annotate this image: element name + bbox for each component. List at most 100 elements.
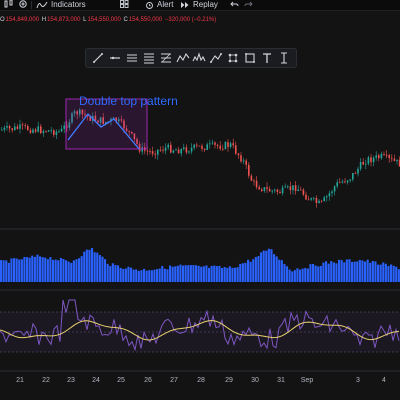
candle-body <box>222 148 224 150</box>
volume-bar <box>52 259 55 282</box>
volume-bar <box>59 258 62 282</box>
volume-bar <box>150 270 153 282</box>
rectangle-icon[interactable] <box>243 51 257 65</box>
candle-body <box>53 130 55 135</box>
candle-body <box>266 187 268 189</box>
parallel-channel-icon[interactable] <box>142 51 156 65</box>
candle-body <box>393 158 396 161</box>
candle-body <box>354 173 357 174</box>
candle-body <box>336 182 338 187</box>
fib-retracement-icon[interactable] <box>159 51 173 65</box>
volume-bar <box>101 256 104 282</box>
volume-bar <box>18 259 21 282</box>
volume-bar <box>46 259 49 282</box>
candle-body <box>151 151 154 154</box>
time-axis-label: 30 <box>251 377 259 384</box>
candle-body <box>255 180 258 188</box>
volume-bar <box>301 268 304 282</box>
candle-body <box>242 160 245 162</box>
volume-bar <box>91 248 94 282</box>
time-axis-label: 23 <box>67 377 75 384</box>
volume-bar <box>312 263 315 282</box>
candle-body <box>40 126 42 134</box>
volume-bar <box>215 266 218 282</box>
candle-body <box>289 186 292 191</box>
horizontal-ray-icon[interactable] <box>125 51 139 65</box>
volume-bar <box>161 266 164 282</box>
volume-bar <box>184 265 187 282</box>
candle-body <box>235 145 237 154</box>
volume-bar <box>171 266 174 282</box>
candle-body <box>297 189 299 192</box>
volume-bar <box>44 257 47 282</box>
candles-layer <box>1 107 400 208</box>
volume-bar <box>257 256 260 282</box>
volume-bar <box>231 267 234 282</box>
volume-bar <box>244 262 247 282</box>
drawing-toolbar <box>85 48 297 68</box>
path-icon[interactable] <box>209 51 223 65</box>
candle-body <box>284 186 286 188</box>
volume-bar <box>197 265 200 282</box>
candle-body <box>196 144 198 146</box>
volume-bar <box>137 270 140 282</box>
pattern-label[interactable]: Double top pattern <box>79 94 178 108</box>
volume-bar <box>88 249 91 282</box>
volume-bar <box>332 262 335 282</box>
candle-body <box>162 149 164 151</box>
points-icon[interactable] <box>226 51 240 65</box>
candle-body <box>37 126 39 132</box>
volume-bar <box>158 268 161 282</box>
candle-body <box>248 164 250 176</box>
volume-bar <box>109 266 112 282</box>
candle-body <box>346 180 349 183</box>
volume-bar <box>361 260 364 282</box>
candle-body <box>8 126 11 129</box>
candle-body <box>388 155 390 158</box>
candle-body <box>14 126 16 131</box>
volume-bar <box>371 261 374 282</box>
candle-body <box>34 129 37 132</box>
time-axis[interactable]: 21 22 23 24 25 26 27 28 29 30 31 Sep 3 4 <box>0 372 400 390</box>
volume-bar <box>228 266 231 282</box>
candle-body <box>188 151 190 153</box>
candle-body <box>305 194 307 200</box>
volume-bar <box>119 267 122 282</box>
volume-bar <box>387 265 390 282</box>
trend-line-icon[interactable] <box>108 51 122 65</box>
volume-bar <box>49 257 52 282</box>
candle-body <box>167 144 169 148</box>
candle-body <box>318 200 320 204</box>
volume-bar <box>205 265 208 282</box>
candle-body <box>149 150 151 152</box>
head-shoulders-icon[interactable] <box>192 51 206 65</box>
cursor-icon[interactable] <box>91 51 105 65</box>
pin-icon[interactable] <box>277 51 291 65</box>
volume-bar <box>239 263 242 282</box>
candle-body <box>357 168 359 174</box>
volume-bar <box>57 260 60 282</box>
volume-bar <box>241 263 244 282</box>
volume-bar <box>345 259 348 282</box>
volume-bar <box>369 262 372 282</box>
text-icon[interactable] <box>260 51 274 65</box>
volume-bar <box>208 267 211 282</box>
candle-body <box>214 142 216 145</box>
candle-body <box>232 143 234 146</box>
candle-body <box>177 149 180 154</box>
candle-body <box>21 124 24 126</box>
time-axis-label: 26 <box>144 377 152 384</box>
candle-body <box>42 131 45 134</box>
volume-bar <box>117 265 120 282</box>
candle-body <box>326 196 328 198</box>
volume-bar <box>179 264 182 282</box>
zigzag-pattern-icon[interactable] <box>176 51 190 65</box>
time-axis-label: 28 <box>197 377 205 384</box>
volume-bar <box>75 259 78 282</box>
candle-body <box>237 153 240 156</box>
candle-body <box>172 150 175 153</box>
volume-bar <box>262 250 265 282</box>
volume-bar <box>223 267 226 282</box>
volume-bar <box>0 260 3 282</box>
volume-bar <box>348 259 351 282</box>
